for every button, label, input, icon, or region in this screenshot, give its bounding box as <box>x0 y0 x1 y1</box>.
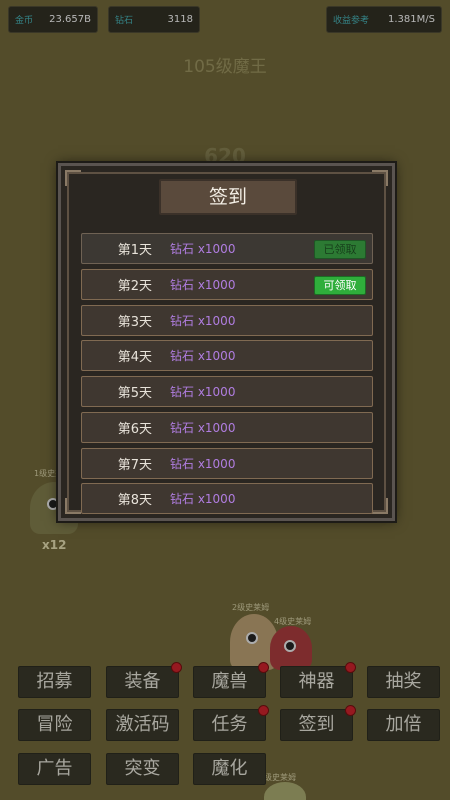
equip-button[interactable]: 装备 <box>106 662 182 698</box>
mutate-label: 突变 <box>124 758 161 779</box>
day-label: 第8天 <box>117 493 152 508</box>
signin-row-day8: 第8天 钻石 x1000 <box>81 483 373 514</box>
claimed-button: 已领取 <box>314 240 366 259</box>
frame-corner <box>372 170 388 186</box>
adventure-button[interactable]: 冒险 <box>18 709 91 741</box>
income-label: 收益参考 <box>333 16 370 26</box>
diamond-value: 3118 <box>167 14 193 25</box>
task-button[interactable]: 任务 <box>193 705 269 741</box>
slime-monster[interactable]: 级史莱姆 <box>258 772 318 800</box>
reward-label: 钻石 x1000 <box>170 349 236 363</box>
signin-dialog: 签到 第1天 钻石 x1000 已领取 第2天 钻石 x1000 可领取 第3天… <box>58 163 395 521</box>
activation-code-button[interactable]: 激活码 <box>106 709 179 741</box>
notification-dot <box>345 662 356 673</box>
reward-label: 钻石 x1000 <box>170 385 236 399</box>
day-label: 第2天 <box>117 279 152 294</box>
signin-button[interactable]: 签到 <box>280 705 356 741</box>
dialog-title: 签到 <box>159 179 297 215</box>
artifact-button[interactable]: 神器 <box>280 662 356 698</box>
reward-label: 钻石 x1000 <box>170 492 236 506</box>
day-label: 第4天 <box>117 350 152 365</box>
signin-row-day1: 第1天 钻石 x1000 已领取 <box>81 233 373 264</box>
demonize-button[interactable]: 魔化 <box>193 753 266 785</box>
notification-dot <box>345 705 356 716</box>
signin-label: 签到 <box>298 714 335 735</box>
recruit-button[interactable]: 招募 <box>18 666 91 698</box>
frame-corner <box>65 498 81 514</box>
notification-dot <box>258 662 269 673</box>
task-label: 任务 <box>211 714 248 735</box>
diamond-label: 钻石 <box>115 16 134 26</box>
monster-count: x12 <box>42 538 67 552</box>
lottery-button[interactable]: 抽奖 <box>367 666 440 698</box>
day-label: 第6天 <box>117 422 152 437</box>
multiplier-button[interactable]: 加倍 <box>367 709 440 741</box>
signin-row-day7: 第7天 钻石 x1000 <box>81 448 373 479</box>
reward-label: 钻石 x1000 <box>170 314 236 328</box>
income-counter: 收益参考 1.381M/S <box>326 6 442 33</box>
day-label: 第1天 <box>117 243 152 258</box>
claim-button[interactable]: 可领取 <box>314 276 366 295</box>
signin-row-day4: 第4天 钻石 x1000 <box>81 340 373 371</box>
adventure-label: 冒险 <box>36 714 73 735</box>
reward-label: 钻石 x1000 <box>170 421 236 435</box>
lottery-label: 抽奖 <box>385 671 422 692</box>
mutate-button[interactable]: 突变 <box>106 753 179 785</box>
diamond-counter: 钻石 3118 <box>108 6 200 33</box>
activation-code-label: 激活码 <box>115 714 170 735</box>
day-label: 第3天 <box>117 315 152 330</box>
notification-dot <box>258 705 269 716</box>
beast-label: 魔兽 <box>211 671 248 692</box>
signin-row-day6: 第6天 钻石 x1000 <box>81 412 373 443</box>
frame-corner <box>372 498 388 514</box>
recruit-label: 招募 <box>36 671 73 692</box>
signin-row-day3: 第3天 钻石 x1000 <box>81 305 373 336</box>
notification-dot <box>171 662 182 673</box>
multiplier-label: 加倍 <box>385 714 422 735</box>
frame-corner <box>65 170 81 186</box>
demonize-label: 魔化 <box>211 758 248 779</box>
boss-level-title: 105级魔王 <box>183 57 267 77</box>
equip-label: 装备 <box>124 671 161 692</box>
signin-row-day2: 第2天 钻石 x1000 可领取 <box>81 269 373 300</box>
reward-label: 钻石 x1000 <box>170 278 236 292</box>
day-label: 第5天 <box>117 386 152 401</box>
ads-label: 广告 <box>36 758 73 779</box>
monster-tag: 2级史莱姆 <box>232 603 270 612</box>
gold-counter: 金币 23.657B <box>8 6 98 33</box>
artifact-label: 神器 <box>298 671 335 692</box>
ads-button[interactable]: 广告 <box>18 753 91 785</box>
reward-label: 钻石 x1000 <box>170 457 236 471</box>
signin-row-day5: 第5天 钻石 x1000 <box>81 376 373 407</box>
gold-value: 23.657B <box>49 14 91 25</box>
reward-label: 钻石 x1000 <box>170 242 236 256</box>
beast-button[interactable]: 魔兽 <box>193 662 269 698</box>
day-label: 第7天 <box>117 458 152 473</box>
gold-label: 金币 <box>15 16 34 26</box>
income-value: 1.381M/S <box>388 14 435 25</box>
